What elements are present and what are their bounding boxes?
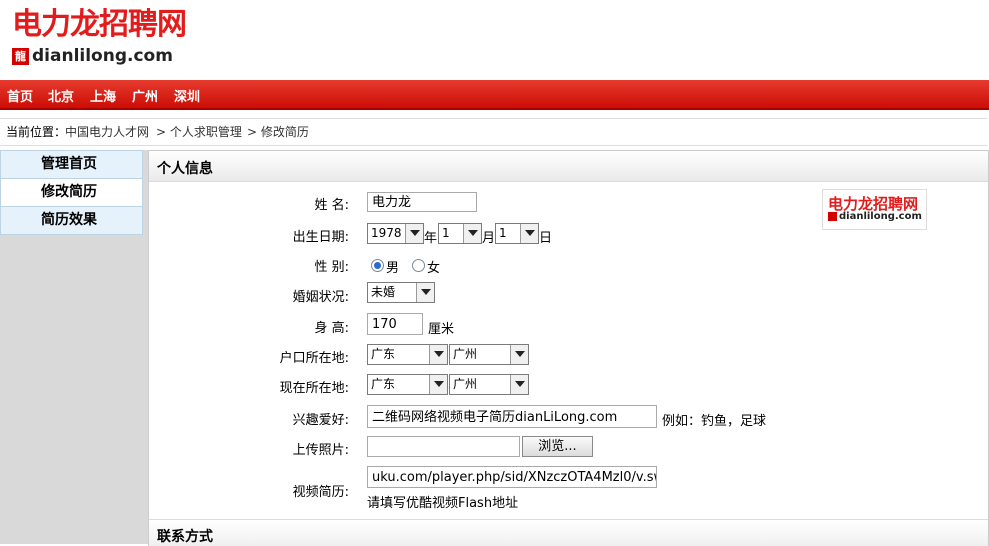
sidebar-item-label: 修改简历 [41, 184, 97, 200]
current-province-select[interactable]: 广东 [367, 374, 448, 395]
nav-home[interactable]: 首页 [7, 86, 33, 105]
hukou-city-select[interactable]: 广州 [449, 344, 529, 365]
badge-logo[interactable]: 电力龙招聘网 dianlilong.com [822, 189, 927, 230]
hukou-province-value: 广东 [371, 347, 396, 361]
current-location-label: 现在所在地: [279, 381, 349, 396]
nav-shanghai[interactable]: 上海 [90, 86, 116, 105]
video-url-input[interactable]: uku.com/player.php/sid/XNzczOTA4Mzl0/v.s… [367, 466, 657, 488]
height-unit: 厘米 [428, 322, 455, 337]
panel-title: 个人信息 [157, 161, 213, 177]
birth-year-value: 1978 [371, 226, 402, 240]
marital-status-select[interactable]: 未婚 [367, 282, 435, 303]
hobby-label: 兴趣爱好: [292, 413, 349, 428]
hukou-province-select[interactable]: 广东 [367, 344, 448, 365]
video-resume-label: 视频简历: [292, 485, 349, 500]
badge-mark-icon [828, 212, 837, 221]
day-unit: 日 [539, 231, 553, 246]
birth-month-select[interactable]: 1 [438, 223, 482, 244]
birth-day-value: 1 [499, 226, 507, 240]
logo-chinese[interactable]: 电力龙招聘网 [12, 8, 187, 42]
logo-domain: dianlilong.com [32, 46, 173, 66]
height-input[interactable]: 170 [367, 313, 423, 335]
breadcrumb-link-home[interactable]: 中国电力人才网 [65, 125, 149, 139]
breadcrumb-link-job-manage[interactable]: > 个人求职管理 [156, 125, 242, 139]
gender-female-label: 女 [427, 261, 441, 276]
dropdown-arrow-icon [520, 224, 538, 243]
logo-english[interactable]: 龍 dianlilong.com [12, 46, 173, 66]
photo-file-path[interactable] [367, 436, 520, 457]
gender-female-radio[interactable] [412, 259, 425, 272]
top-nav: 首页 北京 上海 广州 深圳 [0, 80, 989, 110]
hobby-hint: 例如：钓鱼，足球 [662, 414, 767, 429]
sidebar-item-manage-home[interactable]: 管理首页 [0, 150, 143, 179]
video-hint: 请填写优酷视频Flash地址 [367, 496, 519, 511]
nav-guangzhou[interactable]: 广州 [132, 86, 158, 105]
contact-section-title: 联系方式 [157, 529, 213, 545]
name-input[interactable]: 电力龙 [367, 192, 477, 212]
month-unit: 月 [482, 231, 496, 246]
gender-label: 性 别: [314, 260, 349, 275]
sidebar-item-label: 管理首页 [41, 156, 97, 172]
dropdown-arrow-icon [429, 375, 447, 394]
panel-header: 个人信息 [149, 151, 988, 182]
birth-date-label: 出生日期: [292, 230, 349, 245]
sidebar-item-resume-preview[interactable]: 简历效果 [0, 206, 143, 235]
current-province-value: 广东 [371, 377, 396, 391]
dropdown-arrow-icon [416, 283, 434, 302]
breadcrumb-prefix: 当前位置： [6, 125, 67, 139]
hobby-input[interactable]: 二维码网络视频电子简历dianLiLong.com [367, 405, 657, 428]
browse-button[interactable]: 浏览... [522, 436, 593, 457]
birth-year-select[interactable]: 1978 [367, 223, 424, 244]
name-label: 姓 名: [314, 198, 349, 213]
gender-male-radio[interactable] [371, 259, 384, 272]
nav-shenzhen[interactable]: 深圳 [174, 86, 200, 105]
birth-day-select[interactable]: 1 [495, 223, 539, 244]
nav-beijing[interactable]: 北京 [48, 86, 74, 105]
badge-logo-domain: dianlilong.com [839, 211, 922, 222]
breadcrumb: 当前位置： 中国电力人才网 > 个人求职管理 > 修改简历 [0, 118, 987, 146]
contact-section-header: 联系方式 [149, 519, 988, 546]
dropdown-arrow-icon [510, 375, 528, 394]
birth-month-value: 1 [442, 226, 450, 240]
gender-male-label: 男 [386, 261, 400, 276]
logo-mark-icon: 龍 [12, 47, 29, 65]
marital-status-value: 未婚 [371, 285, 396, 299]
hukou-location-label: 户口所在地: [279, 351, 349, 366]
breadcrumb-link-edit-resume[interactable]: > 修改简历 [247, 125, 309, 139]
dropdown-arrow-icon [405, 224, 423, 243]
dropdown-arrow-icon [429, 345, 447, 364]
site-header: 电力龙招聘网 龍 dianlilong.com [0, 0, 989, 80]
sidebar: 管理首页 修改简历 简历效果 [0, 150, 148, 544]
dropdown-arrow-icon [463, 224, 481, 243]
photo-upload-label: 上传照片: [292, 443, 349, 458]
height-label: 身 高: [314, 321, 349, 336]
current-city-select[interactable]: 广州 [449, 374, 529, 395]
sidebar-item-edit-resume[interactable]: 修改简历 [0, 178, 143, 207]
sidebar-item-label: 简历效果 [41, 212, 97, 228]
marital-status-label: 婚姻状况: [292, 290, 349, 305]
year-unit: 年 [424, 231, 438, 246]
hukou-city-value: 广州 [453, 347, 478, 361]
dropdown-arrow-icon [510, 345, 528, 364]
current-city-value: 广州 [453, 377, 478, 391]
